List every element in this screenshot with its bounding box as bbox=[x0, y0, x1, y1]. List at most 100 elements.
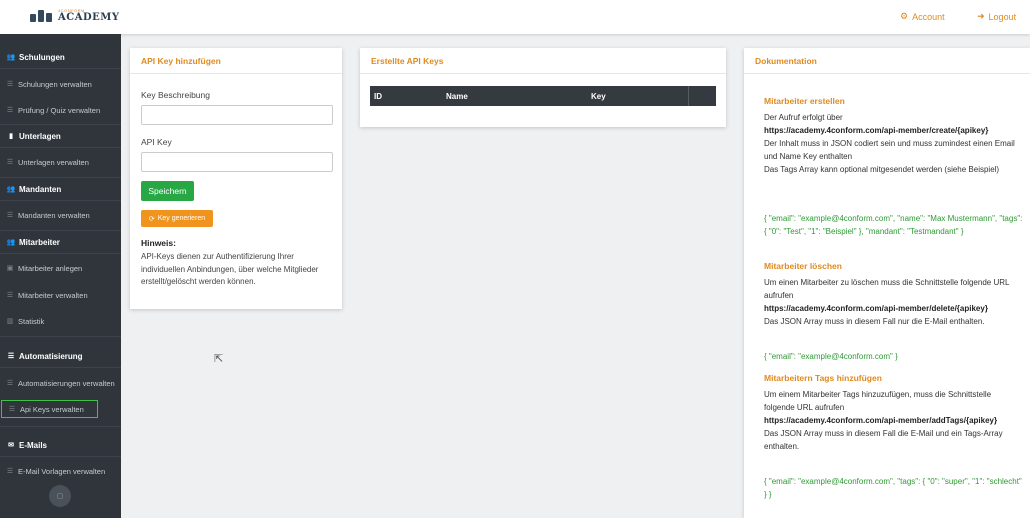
doc-text-line: Um einem Mitarbeiter Tags hinzuzufügen, … bbox=[764, 390, 992, 412]
created-api-keys-card: Erstellte API Keys ID Name Key bbox=[360, 48, 726, 127]
sidebar: 👥 Schulungen ☰ Schulungen verwalten ☰ Pr… bbox=[0, 34, 121, 518]
add-api-key-card: API Key hinzufügen Key Beschreibung API … bbox=[130, 48, 342, 309]
logout-label: Logout bbox=[988, 11, 1017, 22]
sidebar-item-label: Mitarbeiter verwalten bbox=[18, 290, 88, 300]
list-icon: ☰ bbox=[6, 107, 14, 114]
card-title: Erstellte API Keys bbox=[360, 48, 726, 74]
doc-delete-heading: Mitarbeiter löschen bbox=[764, 261, 842, 271]
doc-text-line: Der Aufruf erfolgt über bbox=[764, 113, 843, 122]
api-keys-table-header: ID Name Key bbox=[370, 86, 716, 106]
mouse-pointer-icon: ⇱ bbox=[214, 353, 224, 365]
list-icon: ☰ bbox=[6, 468, 14, 475]
sidebar-section-emails: ✉ E-Mails bbox=[0, 436, 121, 454]
users-icon: 👥 bbox=[6, 186, 16, 193]
sidebar-item-label: Mitarbeiter anlegen bbox=[18, 263, 83, 273]
doc-create-example: { "email": "example@4conform.com", "name… bbox=[764, 214, 1023, 236]
sign-out-icon: ➜ bbox=[977, 11, 985, 21]
list-icon: ☰ bbox=[6, 292, 14, 299]
doc-tags-url: https://academy.4conform.com/api-member/… bbox=[764, 416, 998, 425]
sidebar-item-api-keys-verwalten[interactable]: ☰ Api Keys verwalten bbox=[1, 400, 98, 418]
list-icon: ☰ bbox=[7, 353, 15, 360]
sidebar-item-statistik[interactable]: ▥ Statistik bbox=[0, 313, 121, 329]
doc-delete-url: https://academy.4conform.com/api-member/… bbox=[764, 304, 988, 313]
list-icon: ☰ bbox=[6, 380, 14, 387]
sidebar-item-label: Schulungen verwalten bbox=[18, 79, 92, 89]
section-label: E-Mails bbox=[19, 440, 48, 450]
section-label: Unterlagen bbox=[19, 131, 61, 141]
sidebar-item-label: Automatisierungen verwalten bbox=[18, 378, 115, 388]
card-title: Dokumentation bbox=[744, 48, 1030, 74]
sidebar-item-automatisierungen-verwalten[interactable]: ☰ Automatisierungen verwalten bbox=[0, 375, 121, 391]
refresh-icon: ⟳ bbox=[148, 215, 155, 223]
doc-delete-example: { "email": "example@4conform.com" } bbox=[764, 352, 898, 361]
card-title: API Key hinzufügen bbox=[130, 48, 342, 74]
sidebar-item-mitarbeiter-anlegen[interactable]: ▣ Mitarbeiter anlegen bbox=[0, 260, 121, 276]
logo-title: ACADEMY bbox=[58, 12, 120, 23]
sidebar-section-mandanten: 👥 Mandanten bbox=[0, 180, 121, 198]
section-label: Schulungen bbox=[19, 52, 65, 62]
envelope-icon: ✉ bbox=[8, 442, 14, 449]
column-header-id[interactable]: ID bbox=[374, 92, 382, 101]
generate-key-button[interactable]: ⟳ Key generieren bbox=[141, 210, 213, 227]
logo-mark-icon bbox=[30, 10, 54, 22]
sidebar-item-email-vorlagen-verwalten[interactable]: ☰ E-Mail Vorlagen verwalten bbox=[0, 463, 121, 479]
hint-title: Hinweis: bbox=[141, 238, 176, 248]
top-bar: 4CONFORM ACADEMY ⚙ Account ➜ Logout bbox=[0, 0, 1030, 34]
sidebar-item-label: E-Mail Vorlagen verwalten bbox=[18, 466, 106, 476]
api-key-input[interactable] bbox=[141, 152, 333, 172]
id-card-icon: ▣ bbox=[6, 265, 14, 272]
column-header-name[interactable]: Name bbox=[446, 92, 468, 101]
users-icon: 👥 bbox=[6, 239, 16, 246]
file-icon: ▮ bbox=[9, 133, 13, 140]
sidebar-toggle-button[interactable]: ▢ bbox=[49, 485, 71, 507]
generate-key-label: Key generieren bbox=[157, 215, 206, 222]
account-label: Account bbox=[912, 11, 945, 22]
sidebar-item-label: Prüfung / Quiz verwalten bbox=[18, 105, 101, 115]
sidebar-item-mandanten-verwalten[interactable]: ☰ Mandanten verwalten bbox=[0, 207, 121, 223]
account-link[interactable]: ⚙ Account bbox=[900, 11, 945, 22]
api-key-label: API Key bbox=[141, 137, 172, 147]
doc-tags-example: { "email": "example@4conform.com", "tags… bbox=[764, 477, 1022, 499]
sidebar-item-label: Statistik bbox=[18, 316, 45, 326]
bar-chart-icon: ▥ bbox=[6, 318, 14, 325]
sidebar-item-pruefung-quiz[interactable]: ☰ Prüfung / Quiz verwalten bbox=[0, 102, 121, 118]
doc-create-heading: Mitarbeiter erstellen bbox=[764, 96, 845, 106]
sidebar-item-schulungen-verwalten[interactable]: ☰ Schulungen verwalten bbox=[0, 76, 121, 92]
key-description-input[interactable] bbox=[141, 105, 333, 125]
doc-text-line: Um einen Mitarbeiter zu löschen muss die… bbox=[764, 278, 1010, 300]
list-icon: ☰ bbox=[6, 212, 14, 219]
hint-text: API-Keys dienen zur Authentifizierung Ih… bbox=[141, 252, 319, 286]
doc-create-url: https://academy.4conform.com/api-member/… bbox=[764, 126, 989, 135]
sidebar-item-label: Mandanten verwalten bbox=[18, 210, 90, 220]
list-icon: ☰ bbox=[6, 159, 14, 166]
section-label: Automatisierung bbox=[19, 351, 83, 361]
sidebar-item-mitarbeiter-verwalten[interactable]: ☰ Mitarbeiter verwalten bbox=[0, 287, 121, 303]
list-icon: ☰ bbox=[8, 406, 16, 413]
sidebar-section-mitarbeiter: 👥 Mitarbeiter bbox=[0, 233, 121, 251]
cogs-icon: ⚙ bbox=[900, 11, 909, 21]
doc-tags-text: Um einem Mitarbeiter Tags hinzuzufügen, … bbox=[764, 388, 1019, 453]
sidebar-section-schulungen: 👥 Schulungen bbox=[0, 48, 121, 66]
users-icon: 👥 bbox=[6, 54, 16, 61]
square-icon: ▢ bbox=[56, 493, 64, 500]
doc-tags-heading: Mitarbeitern Tags hinzufügen bbox=[764, 373, 882, 383]
doc-text-line: Das JSON Array muss in diesem Fall die E… bbox=[764, 429, 1003, 451]
sidebar-item-unterlagen-verwalten[interactable]: ☰ Unterlagen verwalten bbox=[0, 154, 121, 170]
doc-delete-text: Um einen Mitarbeiter zu löschen muss die… bbox=[764, 276, 1019, 328]
sidebar-section-unterlagen: ▮ Unterlagen bbox=[0, 127, 121, 145]
doc-create-text: Der Aufruf erfolgt über https://academy.… bbox=[764, 111, 1019, 176]
column-header-key[interactable]: Key bbox=[591, 92, 606, 101]
logout-link[interactable]: ➜ Logout bbox=[977, 11, 1016, 22]
sidebar-item-label: Api Keys verwalten bbox=[20, 404, 84, 414]
section-label: Mitarbeiter bbox=[19, 237, 60, 247]
doc-text-line: Das Tags Array kann optional mitgesendet… bbox=[764, 165, 1000, 174]
academy-logo[interactable]: 4CONFORM ACADEMY bbox=[30, 9, 119, 23]
doc-text-line: Der Inhalt muss in JSON codiert sein und… bbox=[764, 139, 1015, 161]
key-description-label: Key Beschreibung bbox=[141, 90, 210, 100]
sidebar-section-automatisierung: ☰ Automatisierung bbox=[0, 347, 121, 365]
save-button[interactable]: Speichern bbox=[141, 181, 194, 201]
doc-text-line: Das JSON Array muss in diesem Fall nur d… bbox=[764, 317, 985, 326]
section-label: Mandanten bbox=[19, 184, 62, 194]
documentation-card: Dokumentation Mitarbeiter erstellen Der … bbox=[744, 48, 1030, 518]
sidebar-item-label: Unterlagen verwalten bbox=[18, 157, 89, 167]
